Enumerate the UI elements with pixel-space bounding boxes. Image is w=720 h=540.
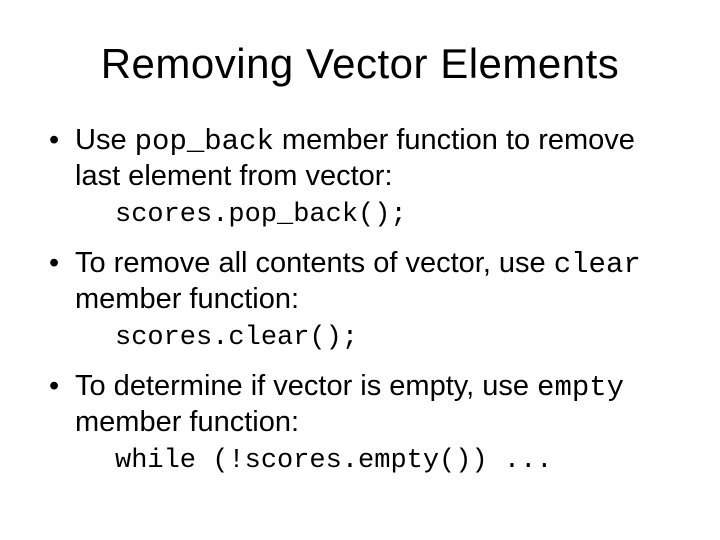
slide-title: Removing Vector Elements [45, 40, 675, 88]
code-example: scores.pop_back(); [115, 199, 675, 231]
bullet-text-post: member function: [75, 283, 299, 315]
bullet-text-pre: Use [75, 124, 135, 156]
bullet-list: Use pop_back member function to remove l… [45, 123, 675, 477]
bullet-item: To determine if vector is empty, use emp… [45, 369, 675, 439]
code-example: while (!scores.empty()) ... [115, 445, 675, 477]
code-example: scores.clear(); [115, 322, 675, 354]
bullet-text-pre: To determine if vector is empty, use [75, 370, 537, 402]
inline-code: pop_back [135, 125, 274, 158]
inline-code: empty [537, 371, 624, 404]
inline-code: clear [554, 248, 641, 281]
bullet-text-pre: To remove all contents of vector, use [75, 247, 554, 279]
bullet-item: Use pop_back member function to remove l… [45, 123, 675, 193]
bullet-text-post: member function: [75, 406, 299, 438]
bullet-item: To remove all contents of vector, use cl… [45, 246, 675, 316]
slide: Removing Vector Elements Use pop_back me… [0, 0, 720, 540]
